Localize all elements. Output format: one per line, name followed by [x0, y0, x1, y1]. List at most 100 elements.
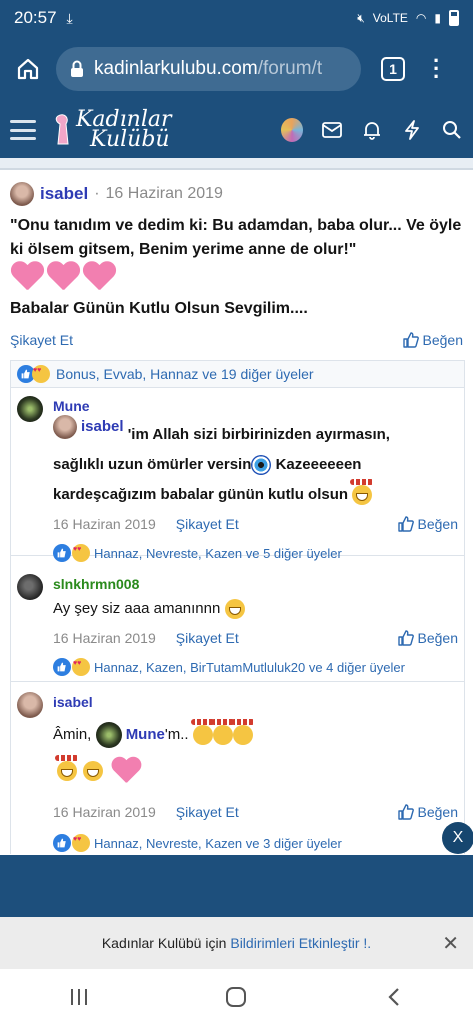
overlay-banner — [0, 855, 473, 917]
inbox-icon[interactable] — [321, 119, 343, 141]
like-reaction-icon — [53, 658, 71, 676]
battery-icon — [449, 10, 459, 26]
post-author[interactable]: isabel — [40, 184, 88, 204]
comment-body: Ay şey siz aaa amanınnn — [53, 594, 245, 624]
post-actions: Şikayet Et Beğen — [10, 332, 463, 348]
party-emoji-icon — [350, 479, 375, 506]
home-circle-icon — [226, 986, 247, 1007]
recent-apps-icon — [70, 988, 87, 1005]
heart-icon — [10, 262, 44, 292]
network-label: VoLTE — [372, 11, 408, 25]
report-link[interactable]: Şikayet Et — [176, 630, 239, 646]
comment-date[interactable]: 16 Haziran 2019 — [53, 516, 156, 532]
bolt-icon[interactable] — [401, 119, 423, 141]
comment-footer: 16 Haziran 2019 Şikayet Et Beğen — [53, 804, 458, 820]
like-button[interactable]: Beğen — [397, 516, 458, 532]
comment-text-4: kardeşcağızım babalar günün kutlu olsun — [53, 486, 349, 503]
header-icons — [281, 118, 463, 142]
url-host: kadinlarkulubu.com — [94, 58, 258, 79]
system-navigation-bar — [0, 969, 473, 1024]
comment-body: isabel 'im Allah sizi birbirinizden ayır… — [53, 412, 390, 510]
lipstick-logo-icon — [55, 114, 69, 145]
status-bar: 20:57 ⤓ 🔇︎ VoLTE ◠ ▮ — [0, 0, 473, 36]
like-label: Beğen — [417, 630, 458, 646]
back-button[interactable] — [364, 977, 424, 1017]
avatar[interactable] — [10, 182, 34, 206]
avatar[interactable] — [17, 396, 43, 422]
party-emoji-icon — [190, 719, 215, 746]
comment: Mune isabel 'im Allah sizi birbirinizden… — [11, 388, 464, 562]
grin-emoji-icon — [83, 761, 103, 781]
wifi-icon: ◠ — [415, 11, 427, 25]
comment-reactions[interactable]: Hannaz, Nevreste, Kazen ve 3 diğer üyele… — [53, 834, 342, 852]
comment: slnkhrmn008 Ay şey siz aaa amanınnn 16 H… — [11, 566, 464, 682]
signal-icon: ▮ — [434, 11, 441, 25]
avatar[interactable] — [17, 574, 43, 600]
like-label: Beğen — [417, 516, 458, 532]
heart-icon — [46, 262, 80, 292]
thumbs-up-icon — [397, 630, 414, 646]
reactions-summary[interactable]: Bonus, Evvab, Hannaz ve 19 diğer üyeler — [56, 366, 314, 382]
avatar — [281, 118, 303, 142]
like-label: Beğen — [417, 804, 458, 820]
quoted-user-name: isabel — [81, 418, 124, 435]
notification-prompt: Kadınlar Kulübü için Bildirimleri Etkinl… — [0, 917, 473, 969]
quoted-user[interactable]: isabel — [53, 412, 124, 442]
comments-list: Mune isabel 'im Allah sizi birbirinizden… — [10, 388, 465, 854]
reactions-bar[interactable]: Bonus, Evvab, Hannaz ve 19 diğer üyeler — [10, 360, 465, 388]
logo-line-2: Kulübü — [90, 127, 170, 152]
bell-icon[interactable] — [361, 119, 383, 141]
comment-text-1: 'im Allah sizi birbirinizden ayırmasın, — [127, 426, 390, 443]
like-button[interactable]: Beğen — [397, 804, 458, 820]
dismiss-notification-button[interactable]: ✕ — [442, 931, 459, 956]
comment-reactions[interactable]: Hannaz, Nevreste, Kazen ve 5 diğer üyele… — [53, 544, 342, 562]
site-logo[interactable]: Kadınlar Kulübü — [50, 109, 172, 152]
like-button[interactable]: Beğen — [402, 332, 463, 348]
evil-eye-emoji-icon — [251, 455, 272, 476]
menu-icon[interactable] — [10, 120, 36, 140]
reactions-summary: Hannaz, Nevreste, Kazen ve 5 diğer üyele… — [94, 545, 342, 561]
enable-notifications-link[interactable]: Bildirimleri Etkinleştir !. — [230, 935, 371, 951]
thumbs-up-icon — [397, 804, 414, 820]
reactions-summary: Hannaz, Nevreste, Kazen ve 3 diğer üyele… — [94, 835, 342, 851]
tab-switcher-button[interactable]: 1 — [381, 57, 405, 81]
comment-date[interactable]: 16 Haziran 2019 — [53, 804, 156, 820]
like-button[interactable]: Beğen — [397, 630, 458, 646]
address-bar[interactable]: kadinlarkulubu.com/forum/t — [56, 47, 361, 91]
recent-apps-button[interactable] — [49, 977, 109, 1017]
divider — [0, 168, 473, 170]
like-reaction-icon — [53, 544, 71, 562]
comment-text-prefix: Âmin, — [53, 726, 92, 743]
url-path: /forum/t — [257, 58, 323, 79]
report-link[interactable]: Şikayet Et — [176, 804, 239, 820]
lock-icon — [70, 60, 84, 78]
search-icon[interactable] — [441, 119, 463, 141]
avatar[interactable] — [17, 692, 43, 718]
post-date[interactable]: 16 Haziran 2019 — [106, 185, 223, 203]
report-link[interactable]: Şikayet Et — [176, 516, 239, 532]
comment-footer: 16 Haziran 2019 Şikayet Et Beğen — [53, 516, 458, 532]
comment-text: Ay şey siz aaa amanınnn — [53, 600, 221, 617]
party-emoji-icon — [210, 719, 235, 746]
comment: isabel Âmin, Mune'm.. 16 Haziran 2019 Şi… — [11, 684, 464, 854]
user-avatar-button[interactable] — [281, 118, 303, 142]
status-time: 20:57 — [14, 8, 57, 27]
mention-link[interactable]: Mune — [126, 726, 165, 743]
comment-date[interactable]: 16 Haziran 2019 — [53, 630, 156, 646]
logo-text: Kadınlar Kulübü — [76, 109, 172, 152]
close-overlay-button[interactable]: X — [442, 822, 473, 854]
home-nav-button[interactable] — [206, 977, 266, 1017]
more-options-icon[interactable]: · · · — [433, 50, 440, 88]
comment-body: Âmin, Mune'm.. — [53, 719, 255, 750]
grin-emoji-icon — [224, 599, 245, 620]
comment-footer: 16 Haziran 2019 Şikayet Et Beğen — [53, 630, 458, 646]
comment-author[interactable]: isabel — [53, 694, 93, 710]
comment-reactions[interactable]: Hannaz, Kazen, BirTutamMutluluk20 ve 4 d… — [53, 658, 405, 676]
avatar — [53, 415, 77, 439]
report-link[interactable]: Şikayet Et — [10, 332, 73, 348]
comment-author[interactable]: slnkhrmn008 — [53, 576, 139, 592]
heart-icon — [82, 262, 116, 292]
home-button[interactable] — [0, 41, 56, 97]
header-shadow — [0, 158, 473, 168]
comment-text-suffix: 'm.. — [164, 726, 189, 743]
